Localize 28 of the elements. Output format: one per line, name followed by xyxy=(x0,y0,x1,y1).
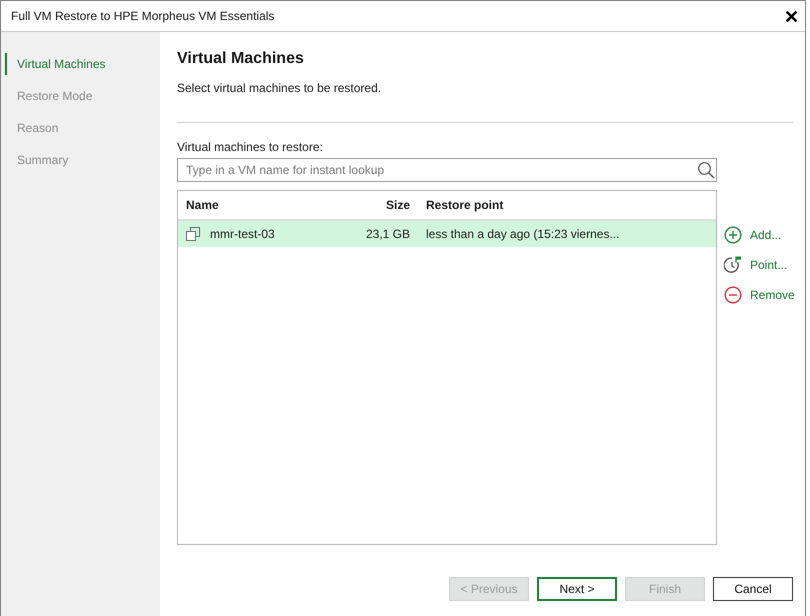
search-icon xyxy=(697,161,715,179)
action-link[interactable]: Point... xyxy=(724,255,788,275)
field-label: Virtual machines to restore: xyxy=(177,139,323,155)
table-cell: 23,1 GB xyxy=(366,227,410,241)
table-cell: less than a day ago (15:23 viernes... xyxy=(426,227,620,241)
page-description: Select virtual machines to be restored. xyxy=(177,80,382,96)
search-field[interactable]: Type in a VM name for instant lookup xyxy=(177,158,717,182)
window-title: Full VM Restore to HPE Morpheus VM Essentials xyxy=(11,9,276,23)
close-button[interactable] xyxy=(786,10,797,22)
clock-flag-icon xyxy=(724,256,742,274)
table-cell: mmr-test-03 xyxy=(210,227,275,241)
wizard-step[interactable]: Restore Mode xyxy=(5,85,96,107)
vm-icon xyxy=(186,227,200,241)
action-link[interactable]: Remove xyxy=(724,285,795,305)
table-row[interactable]: mmr-test-03 23,1 GB less than a day ago (15:23 viernes... xyxy=(178,221,716,247)
wizard-button[interactable]: Next > xyxy=(537,577,617,601)
wizard-button[interactable]: Cancel xyxy=(713,577,793,601)
wizard-step[interactable]: Reason xyxy=(5,117,62,139)
column-header[interactable]: Name xyxy=(186,198,219,212)
remove-icon xyxy=(724,286,742,304)
wizard-step[interactable]: Virtual Machines xyxy=(5,53,110,75)
page-title: Virtual Machines xyxy=(177,49,304,69)
action-link[interactable]: Add... xyxy=(724,225,782,245)
column-header[interactable]: Size xyxy=(386,198,410,212)
close-icon xyxy=(786,10,797,22)
wizard-step[interactable]: Summary xyxy=(5,149,72,171)
add-icon xyxy=(724,226,742,244)
column-header[interactable]: Restore point xyxy=(426,198,504,212)
